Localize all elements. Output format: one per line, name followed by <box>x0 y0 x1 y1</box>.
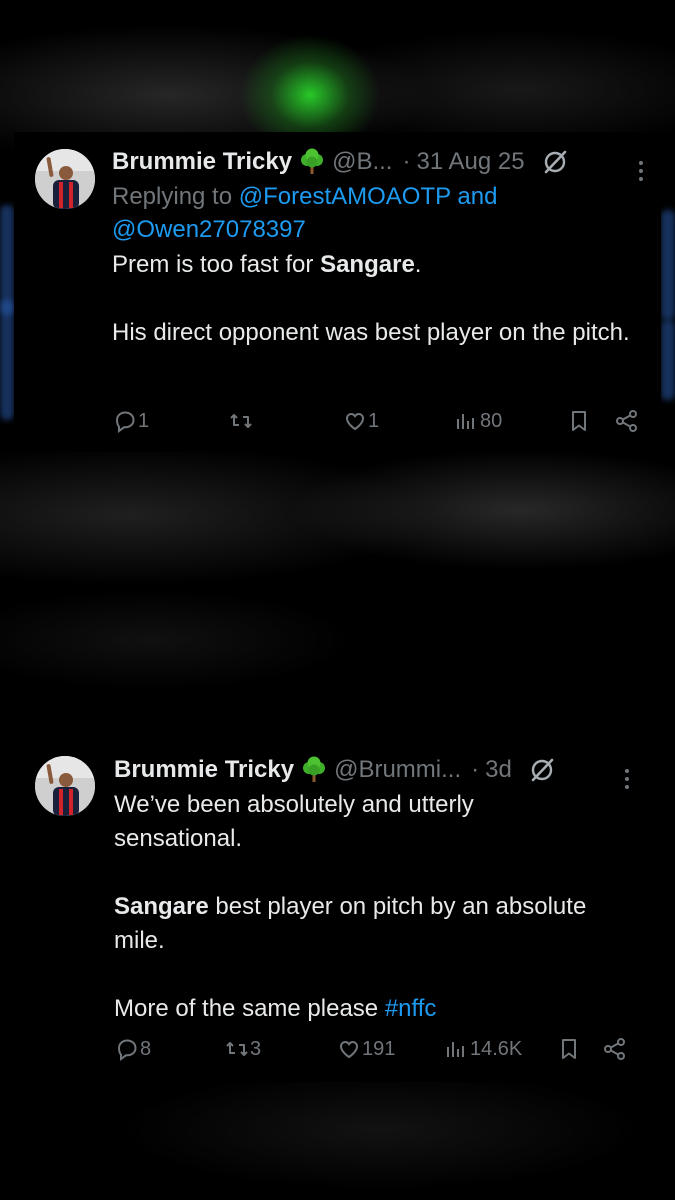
reply-button[interactable]: 8 <box>114 1036 151 1062</box>
blurred-edge-left-top <box>0 205 14 315</box>
reply-count: 1 <box>138 409 150 432</box>
text-segment: . <box>414 251 422 278</box>
reply-icon <box>115 411 135 433</box>
tweet-card-2[interactable]: Brummie Tricky @Brummi... · 3d We’ve bee… <box>14 744 661 1082</box>
author-name[interactable]: Brummie Tricky <box>114 756 294 784</box>
tweet-line-1: We’ve been absolutely and utterly sensat… <box>114 791 474 852</box>
blurred-edge-left-mid <box>0 300 14 420</box>
tweet-line-1: Prem is too fast for Sangare. <box>112 248 645 282</box>
reply-icon <box>117 1039 137 1061</box>
tweet-text: Prem is too fast for Sangare. His direct… <box>112 248 645 350</box>
tree-emoji-icon <box>300 756 328 784</box>
views-chart-icon <box>447 1042 464 1057</box>
like-count: 191 <box>362 1037 396 1060</box>
bookmark-icon <box>572 411 586 431</box>
tweet-card-1[interactable]: Brummie Tricky @B... · 31 Aug 25 Replyin… <box>14 132 661 452</box>
reply-button[interactable]: 1 <box>112 408 149 434</box>
separator-dot: · <box>402 148 411 175</box>
replying-to: Replying to @ForestAMOAOTP and @Owen2707… <box>112 180 645 246</box>
tweet-content: Brummie Tricky @Brummi... · 3d We’ve bee… <box>114 752 645 1026</box>
share-button[interactable] <box>614 408 640 434</box>
repost-button[interactable] <box>228 408 254 434</box>
bookmark-icon <box>562 1039 576 1059</box>
views-button[interactable]: 80 <box>454 408 502 434</box>
repost-button[interactable]: 3 <box>224 1036 261 1062</box>
like-count: 1 <box>368 409 380 432</box>
bookmark-button[interactable] <box>556 1036 582 1062</box>
bookmark-button[interactable] <box>566 408 592 434</box>
more-vertical-icon[interactable] <box>637 160 645 182</box>
author-avatar[interactable] <box>35 149 95 209</box>
bold-text: Sangare <box>320 251 415 278</box>
repost-icon <box>226 1042 248 1056</box>
text-segment: More of the same please <box>114 995 385 1022</box>
share-button[interactable] <box>602 1036 628 1062</box>
tweet-line-3: More of the same please #nffc <box>114 992 634 1026</box>
text-segment: Prem is too fast for <box>112 251 321 278</box>
tweet-actions: 8 3 191 14.6K <box>114 1036 645 1066</box>
views-button[interactable]: 14.6K <box>444 1036 522 1062</box>
views-chart-icon <box>457 414 474 429</box>
views-count: 14.6K <box>470 1037 523 1060</box>
tweet-line-2: His direct opponent was best player on t… <box>112 319 630 346</box>
tweet-line-2: Sangare best player on pitch by an absol… <box>114 890 634 958</box>
tweet-header: Brummie Tricky @Brummi... · 3d <box>114 752 645 788</box>
bold-text: Sangare <box>114 893 209 920</box>
share-icon <box>604 1038 625 1060</box>
author-name[interactable]: Brummie Tricky <box>112 148 292 176</box>
tree-emoji-icon <box>298 148 326 176</box>
share-icon <box>616 410 637 432</box>
tweet-content: Brummie Tricky @B... · 31 Aug 25 Replyin… <box>112 144 645 350</box>
heart-icon <box>345 412 365 431</box>
grok-slash-icon[interactable] <box>528 756 556 784</box>
author-handle[interactable]: @B... <box>332 148 392 176</box>
more-vertical-icon[interactable] <box>623 768 631 790</box>
replying-user-link-2[interactable]: @Owen27078397 <box>112 216 306 243</box>
replying-prefix: Replying to <box>112 183 233 210</box>
separator-dot: · <box>471 756 480 783</box>
views-count: 80 <box>480 409 503 432</box>
heart-icon <box>339 1040 359 1059</box>
blurred-edge-right-top <box>661 210 675 320</box>
like-button[interactable]: 1 <box>342 408 379 434</box>
tweet-date[interactable]: 3d <box>485 756 512 784</box>
repost-count: 3 <box>250 1037 262 1060</box>
blurred-edge-right-mid <box>661 320 675 400</box>
replying-users-link[interactable]: @ForestAMOAOTP and <box>239 183 498 210</box>
reply-count: 8 <box>140 1037 152 1060</box>
like-button[interactable]: 191 <box>336 1036 395 1062</box>
author-handle[interactable]: @Brummi... <box>334 756 461 784</box>
tweet-text: We’ve been absolutely and utterly sensat… <box>114 788 586 1026</box>
author-avatar[interactable] <box>35 756 95 816</box>
tweet-header: Brummie Tricky @B... · 31 Aug 25 <box>112 144 645 180</box>
tweet-date[interactable]: 31 Aug 25 <box>416 148 524 176</box>
repost-icon <box>230 414 252 428</box>
tweet-actions: 1 1 80 <box>112 408 645 438</box>
hashtag-link[interactable]: #nffc <box>385 995 437 1022</box>
grok-slash-icon[interactable] <box>541 148 569 176</box>
